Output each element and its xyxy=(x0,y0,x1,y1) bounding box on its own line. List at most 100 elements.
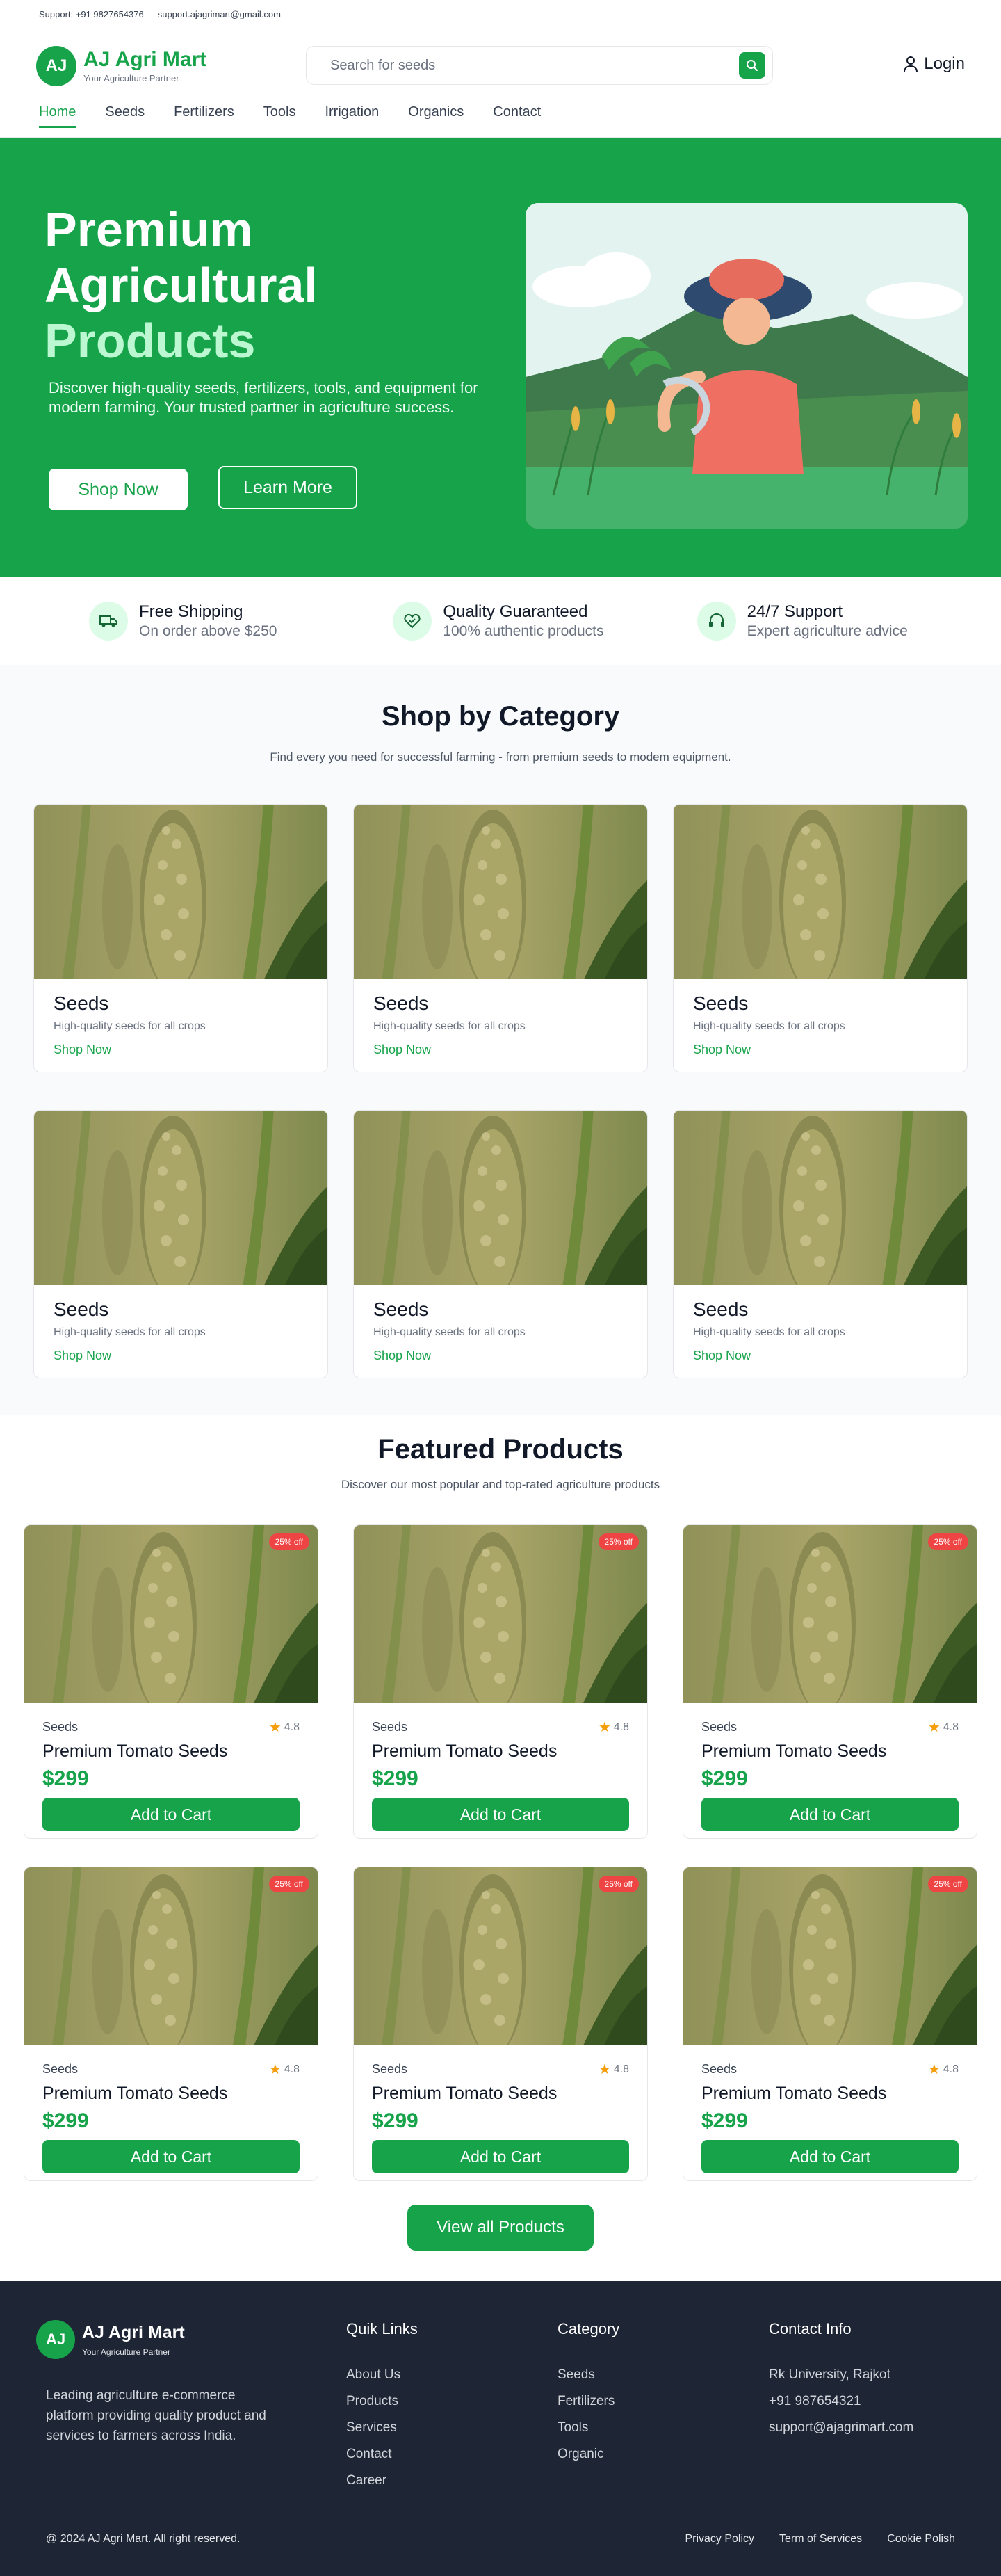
category-name: Seeds xyxy=(693,992,749,1014)
footer-link[interactable]: Seeds xyxy=(558,2362,619,2388)
footer-logo[interactable]: AJ AJ Agri Mart Your Agriculture Partner xyxy=(36,2320,185,2359)
category-name: Seeds xyxy=(693,1298,749,1320)
category-shop-now-link[interactable]: Shop Now xyxy=(693,1043,947,1057)
category-image xyxy=(674,805,967,979)
footer-email[interactable]: support@ajagrimart.com xyxy=(769,2415,913,2441)
product-rating: ★ 4.8 xyxy=(599,1718,629,1736)
search-icon xyxy=(747,60,758,71)
view-all-products-button[interactable]: View all Products xyxy=(407,2205,594,2251)
footer-link[interactable]: Organic xyxy=(558,2441,619,2468)
product-card[interactable]: 25% off Seeds ★ 4.8 Premium Tomato Seeds $299… xyxy=(353,1867,648,2181)
star-icon: ★ xyxy=(268,2062,282,2077)
footer-column-title: Category xyxy=(558,2320,620,2337)
product-rating: ★ 4.8 xyxy=(599,2061,629,2078)
search-bar[interactable]: Search for seeds xyxy=(306,46,773,85)
product-category: Seeds xyxy=(372,1720,408,1734)
category-grid: Seeds High-quality seeds for all crops Sho… xyxy=(33,804,968,1378)
nav-contact[interactable]: Contact xyxy=(493,103,541,126)
category-description: High-quality seeds for all crops xyxy=(54,1020,206,1032)
site-header: AJ AJ Agri Mart Your Agriculture Partner… xyxy=(0,29,1001,103)
footer-link[interactable]: Services xyxy=(346,2415,418,2441)
category-card[interactable]: Seeds High-quality seeds for all crops Sho… xyxy=(353,1110,648,1378)
category-description: High-quality seeds for all crops xyxy=(54,1326,206,1338)
shop-now-button[interactable]: Shop Now xyxy=(49,469,188,510)
rating-value: 4.8 xyxy=(943,2063,959,2075)
footer-link[interactable]: Tools xyxy=(558,2415,619,2441)
nav-fertilizers[interactable]: Fertilizers xyxy=(174,103,234,126)
rating-value: 4.8 xyxy=(284,2063,300,2075)
category-shop-now-link[interactable]: Shop Now xyxy=(693,1349,947,1363)
add-to-cart-button[interactable]: Add to Cart xyxy=(701,2140,959,2173)
farmer-illustration xyxy=(526,203,968,529)
nav-irrigation[interactable]: Irrigation xyxy=(325,103,379,126)
hero-title-line-2: Agricultural xyxy=(44,258,318,312)
category-name: Seeds xyxy=(54,992,109,1014)
login-button[interactable]: Login xyxy=(903,54,965,74)
category-shop-now-link[interactable]: Shop Now xyxy=(54,1043,308,1057)
footer-link[interactable]: Fertilizers xyxy=(558,2388,619,2415)
product-card[interactable]: 25% off Seeds ★ 4.8 Premium Tomato Seeds $299… xyxy=(24,1524,318,1839)
add-to-cart-button[interactable]: Add to Cart xyxy=(372,1798,629,1831)
support-email[interactable]: support.ajagrimart@gmail.com xyxy=(158,9,281,19)
category-name: Seeds xyxy=(54,1298,109,1320)
privacy-policy-link[interactable]: Privacy Policy xyxy=(685,2533,754,2545)
category-image xyxy=(34,1111,327,1285)
category-description: High-quality seeds for all crops xyxy=(693,1020,845,1032)
product-name: Premium Tomato Seeds xyxy=(372,1741,558,1761)
product-rating: ★ 4.8 xyxy=(928,1718,959,1736)
logo-badge: AJ xyxy=(36,46,76,86)
footer-column-title: Contact Info xyxy=(769,2320,852,2337)
category-card[interactable]: Seeds High-quality seeds for all crops Sho… xyxy=(353,804,648,1072)
brand-logo[interactable]: AJ AJ Agri Mart Your Agriculture Partner xyxy=(36,46,206,86)
discount-badge: 25% off xyxy=(598,1533,639,1550)
footer-link[interactable]: About Us xyxy=(346,2362,418,2388)
footer-link[interactable]: Contact xyxy=(346,2441,418,2468)
add-to-cart-button[interactable]: Add to Cart xyxy=(42,1798,300,1831)
category-card[interactable]: Seeds High-quality seeds for all crops Sho… xyxy=(33,804,328,1072)
footer-column-title: Quik Links xyxy=(346,2320,418,2337)
category-card[interactable]: Seeds High-quality seeds for all crops Sho… xyxy=(33,1110,328,1378)
product-price: $299 xyxy=(701,1767,748,1790)
category-card[interactable]: Seeds High-quality seeds for all crops Sho… xyxy=(673,1110,968,1378)
category-shop-now-link[interactable]: Shop Now xyxy=(373,1043,628,1057)
category-section: Shop by Category Find every you need for… xyxy=(0,665,1001,1415)
footer-quick-links: Quik Links About Us Products Services Co… xyxy=(346,2320,418,2494)
product-card[interactable]: 25% off Seeds ★ 4.8 Premium Tomato Seeds $299… xyxy=(24,1867,318,2181)
hero-banner: Premium Agricultural Products Discover h… xyxy=(0,138,1001,577)
product-card[interactable]: 25% off Seeds ★ 4.8 Premium Tomato Seeds $299… xyxy=(683,1524,977,1839)
add-to-cart-button[interactable]: Add to Cart xyxy=(701,1798,959,1831)
support-phone: Support: +91 9827654376 xyxy=(39,9,144,19)
add-to-cart-button[interactable]: Add to Cart xyxy=(42,2140,300,2173)
product-price: $299 xyxy=(372,1767,418,1790)
product-name: Premium Tomato Seeds xyxy=(372,2084,558,2103)
nav-organics[interactable]: Organics xyxy=(408,103,464,126)
category-image xyxy=(34,805,327,979)
star-icon: ★ xyxy=(598,2062,611,2077)
product-image: 25% off xyxy=(354,1867,647,2045)
product-category: Seeds xyxy=(372,2062,408,2076)
login-label: Login xyxy=(924,54,965,73)
product-card[interactable]: 25% off Seeds ★ 4.8 Premium Tomato Seeds $299… xyxy=(683,1867,977,2181)
footer-phone[interactable]: +91 987654321 xyxy=(769,2388,913,2415)
category-card[interactable]: Seeds High-quality seeds for all crops Sho… xyxy=(673,804,968,1072)
learn-more-button[interactable]: Learn More xyxy=(218,466,357,509)
footer-link[interactable]: Products xyxy=(346,2388,418,2415)
search-input[interactable]: Search for seeds xyxy=(330,58,739,74)
product-card[interactable]: 25% off Seeds ★ 4.8 Premium Tomato Seeds $299… xyxy=(353,1524,648,1839)
product-image: 25% off xyxy=(354,1525,647,1703)
search-button[interactable] xyxy=(739,52,765,79)
footer-link[interactable]: Career xyxy=(346,2468,418,2494)
nav-seeds[interactable]: Seeds xyxy=(105,103,145,126)
product-category: Seeds xyxy=(701,1720,738,1734)
nav-home[interactable]: Home xyxy=(39,103,76,128)
cookie-link[interactable]: Cookie Polish xyxy=(887,2533,955,2545)
nav-tools[interactable]: Tools xyxy=(263,103,296,126)
add-to-cart-button[interactable]: Add to Cart xyxy=(372,2140,629,2173)
discount-badge: 25% off xyxy=(268,1876,309,1892)
terms-link[interactable]: Term of Services xyxy=(779,2533,862,2545)
discount-badge: 25% off xyxy=(598,1876,639,1892)
rating-value: 4.8 xyxy=(613,2063,629,2075)
footer-category: Category Seeds Fertilizers Tools Organic xyxy=(558,2320,619,2468)
category-shop-now-link[interactable]: Shop Now xyxy=(54,1349,308,1363)
category-shop-now-link[interactable]: Shop Now xyxy=(373,1349,628,1363)
